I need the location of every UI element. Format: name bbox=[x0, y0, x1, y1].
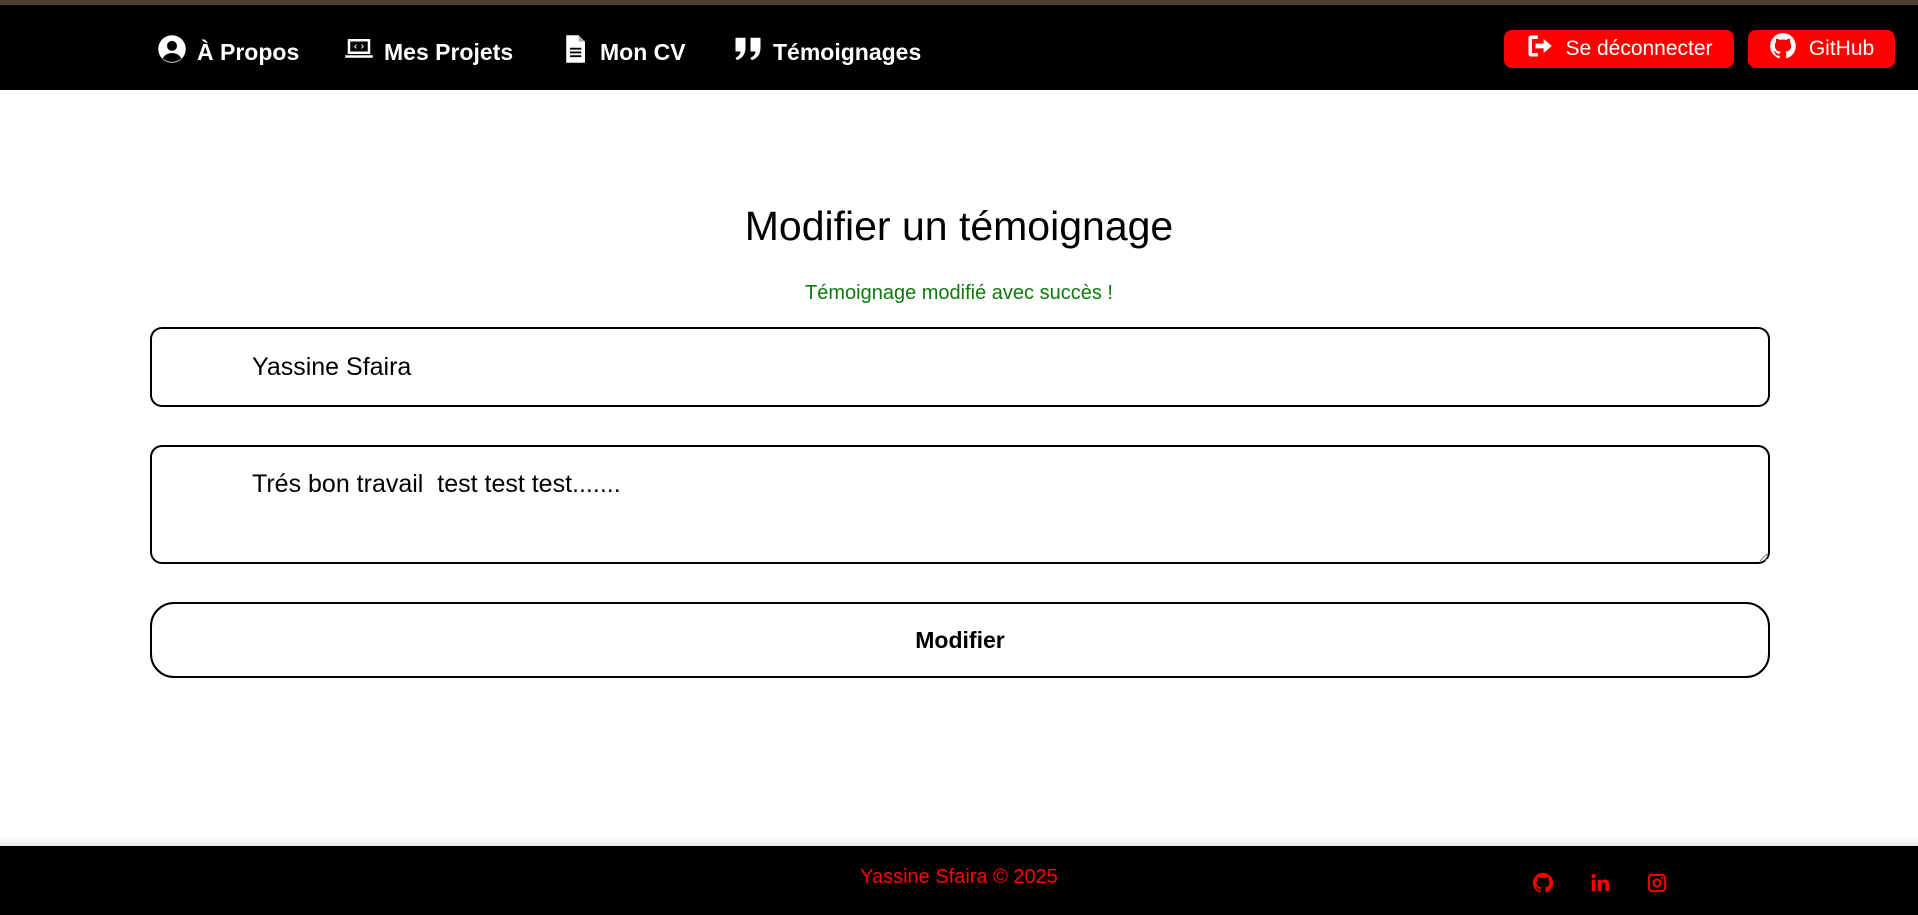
name-input[interactable] bbox=[150, 327, 1770, 407]
page-title: Modifier un témoignage bbox=[744, 203, 1174, 249]
footer-linkedin-link[interactable] bbox=[1589, 872, 1611, 894]
footer: Yassine Sfaira © 2025 bbox=[0, 846, 1918, 915]
nav-item-temoignages[interactable]: Témoignages bbox=[733, 30, 921, 74]
nav-item-label: À Propos bbox=[197, 38, 300, 65]
nav-item-label: Mes Projets bbox=[384, 38, 514, 65]
nav-item-a-propos[interactable]: À Propos bbox=[157, 30, 299, 74]
github-button[interactable]: GitHub bbox=[1748, 30, 1895, 68]
user-circle-icon bbox=[157, 34, 187, 70]
laptop-code-icon bbox=[344, 34, 374, 70]
logout-button[interactable]: Se déconnecter bbox=[1504, 30, 1734, 68]
file-icon bbox=[560, 34, 590, 70]
nav-item-label: Mon CV bbox=[600, 38, 686, 65]
footer-instagram-link[interactable] bbox=[1646, 872, 1668, 894]
modify-button[interactable]: Modifier bbox=[150, 602, 1770, 678]
nav-item-mes-projets[interactable]: Mes Projets bbox=[344, 30, 513, 74]
copyright: Yassine Sfaira © 2025 bbox=[860, 866, 1058, 888]
linkedin-icon bbox=[1589, 874, 1611, 898]
sign-out-icon bbox=[1525, 32, 1553, 66]
logout-label: Se déconnecter bbox=[1565, 37, 1713, 60]
github-label: GitHub bbox=[1808, 37, 1875, 60]
instagram-icon bbox=[1646, 873, 1668, 898]
quote-icon bbox=[733, 34, 763, 70]
github-icon bbox=[1769, 32, 1797, 66]
navbar: À Propos Mes Projets Mon CV Témoignages … bbox=[0, 5, 1918, 90]
message-textarea[interactable]: Trés bon travail test test test....... bbox=[150, 445, 1770, 564]
nav-item-label: Témoignages bbox=[773, 38, 922, 65]
github-icon bbox=[1532, 872, 1554, 898]
footer-shadow bbox=[0, 836, 1918, 846]
nav-item-mon-cv[interactable]: Mon CV bbox=[560, 30, 686, 74]
footer-github-link[interactable] bbox=[1532, 872, 1554, 894]
success-message: Témoignage modifié avec succès ! bbox=[805, 282, 1113, 304]
